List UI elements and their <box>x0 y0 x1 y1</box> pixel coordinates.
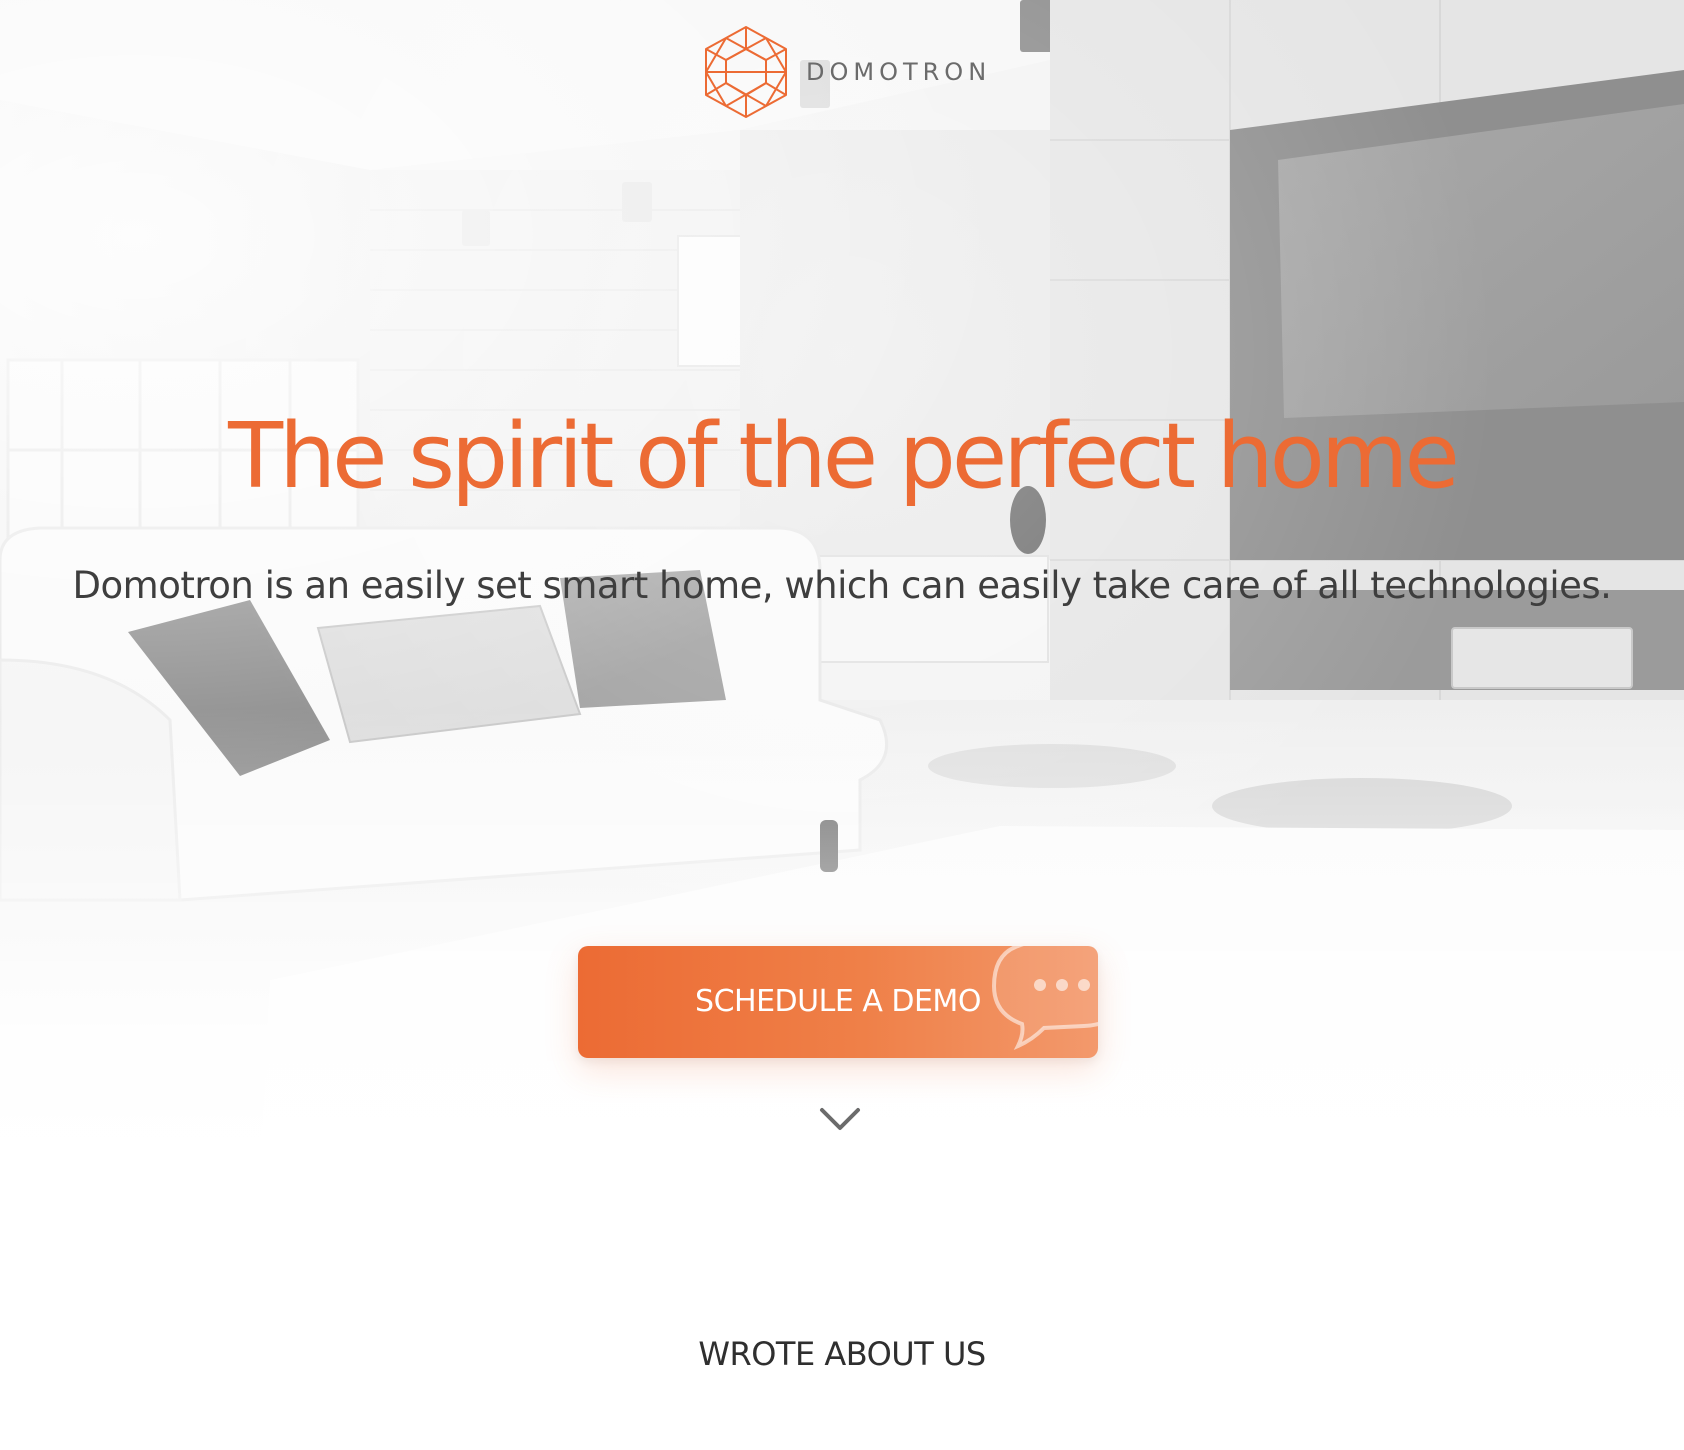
hexagon-cube-logo-icon <box>705 26 787 118</box>
hero-headline: The spirit of the perfect home <box>228 404 1460 509</box>
brand-logo[interactable]: DOMOTRON <box>704 24 991 120</box>
hero-subheadline: Domotron is an easily set smart home, wh… <box>72 564 1612 607</box>
schedule-demo-label: SCHEDULE A DEMO <box>695 984 981 1019</box>
landing-page: DOMOTRON The spirit of the perfect home … <box>0 0 1684 1450</box>
press-section-title: WROTE ABOUT US <box>698 1335 986 1373</box>
brand-name: DOMOTRON <box>806 58 992 86</box>
chevron-down-icon[interactable] <box>818 1104 862 1134</box>
schedule-demo-button[interactable]: SCHEDULE A DEMO <box>578 946 1098 1058</box>
